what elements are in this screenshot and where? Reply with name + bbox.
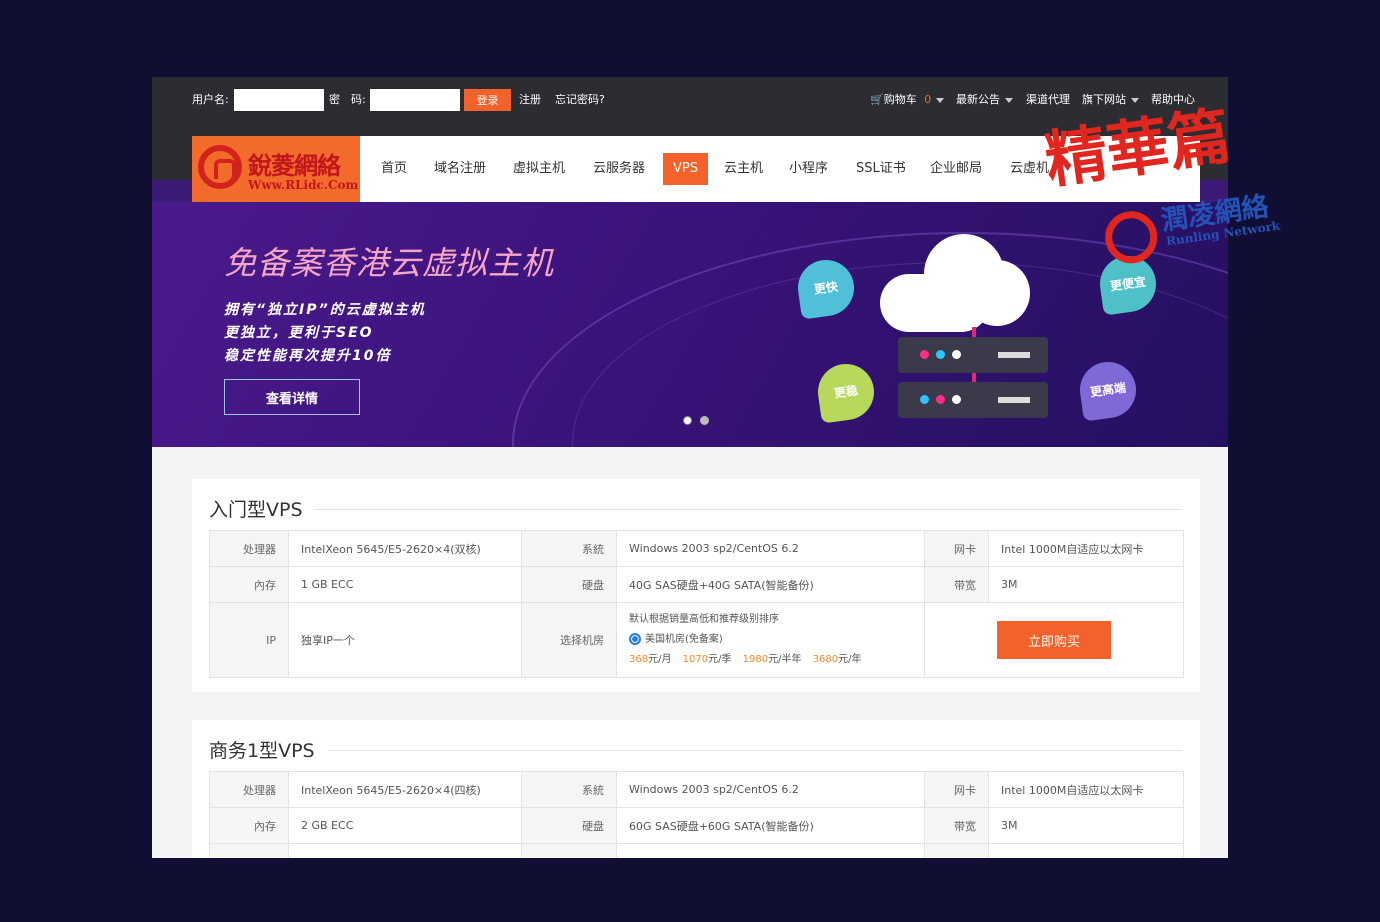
nav-item-domain[interactable]: 域名注册 (434, 136, 486, 202)
banner-line-3: 稳定性能再次提升10倍 (224, 348, 392, 364)
spec-value: 60G SAS硬盘+60G SATA(智能备份) (616, 807, 925, 844)
room-option-label: 美国机房(免备案) (645, 634, 723, 645)
watermark-stamp: 精華篇 潤凌網絡 Runling Network (1037, 65, 1322, 299)
title-rule (328, 750, 1182, 751)
nav-item-virtual-host[interactable]: 虚拟主机 (513, 136, 565, 202)
spec-key: 选择机房 (521, 602, 617, 678)
price-unit: 元/半年 (768, 654, 802, 665)
banner-title: 免备案香港云虚拟主机 (224, 244, 555, 282)
price-monthly: 368 (629, 654, 649, 665)
price-unit: 元/月 (648, 654, 672, 665)
price-half-year: 1980 (742, 654, 769, 665)
spec-key: 网卡 (924, 771, 989, 808)
buy-cell: 立即购买 (924, 602, 1184, 678)
table-row: 內存 1 GB ECC 硬盘 40G SAS硬盘+40G SATA(智能备份) … (209, 566, 1184, 603)
spec-table: 处理器 IntelXeon 5645/E5-2620×4(四核) 系統 Wind… (209, 771, 1184, 858)
carousel-dot-active[interactable] (683, 416, 692, 425)
cloud-puff (964, 260, 1030, 326)
spec-value: 40G SAS硬盘+40G SATA(智能备份) (616, 566, 925, 603)
table-row: 处理器 IntelXeon 5645/E5-2620×4(四核) 系統 Wind… (209, 771, 1184, 808)
spec-key: 处理器 (209, 771, 289, 808)
cart-link[interactable]: 🛒购物车 0 (870, 93, 945, 107)
spec-value: 3M (988, 566, 1184, 603)
nav-item-vps[interactable]: VPS (663, 153, 708, 185)
nav-item-cloud-server[interactable]: 云服务器 (593, 136, 645, 202)
spec-value: Windows 2003 sp2/CentOS 6.2 (616, 771, 925, 808)
buy-now-button[interactable]: 立即购买 (997, 621, 1111, 659)
login-button[interactable]: 登录 (464, 89, 511, 111)
spec-key: 网卡 (924, 530, 989, 567)
room-selector: 默认根据销量高低和推荐级别排序 美国机房(免备案) 368元/月 1070元/季… (616, 602, 925, 678)
product-card: 商务1型VPS 处理器 IntelXeon 5645/E5-2620×4(四核)… (192, 720, 1200, 858)
product-title: 入门型VPS (209, 499, 303, 521)
table-row: 处理器 IntelXeon 5645/E5-2620×4(双核) 系統 Wind… (209, 530, 1184, 567)
nav-item-home[interactable]: 首页 (381, 136, 407, 202)
spec-key: 硬盘 (521, 807, 617, 844)
banner-line-2: 更独立，更利于SEO (224, 325, 374, 341)
chevron-down-icon (936, 97, 945, 103)
logo-name: 銳菱網絡 (248, 151, 341, 180)
logo-mark-icon (198, 145, 242, 189)
logo-url: Www.RLidc.Com (248, 178, 359, 192)
radio-selected-icon[interactable] (629, 633, 641, 645)
nav-item-ssl[interactable]: SSL证书 (856, 136, 906, 202)
nav-item-mini-program[interactable]: 小程序 (789, 136, 828, 202)
spec-value: Windows 2003 sp2/CentOS 6.2 (616, 530, 925, 567)
price-list: 368元/月 1070元/季 1980元/半年 3680元/年 (629, 650, 912, 670)
spec-key: IP (209, 602, 289, 678)
price-unit: 元/季 (708, 654, 732, 665)
spec-key: 带宽 (924, 566, 989, 603)
announcement-label: 最新公告 (956, 93, 1000, 106)
logo[interactable]: 銳菱網絡 Www.RLidc.Com (192, 136, 360, 202)
watermark-title: 精華篇 (1040, 98, 1236, 198)
password-label: 密 码: (329, 93, 366, 106)
username-label: 用户名: (192, 93, 229, 106)
cart-label: 购物车 (883, 93, 917, 106)
price-yearly: 3680 (812, 654, 839, 665)
watermark-logo-icon (1101, 207, 1161, 267)
spec-key: 硬盘 (521, 566, 617, 603)
table-row: 內存 2 GB ECC 硬盘 60G SAS硬盘+60G SATA(智能备份) … (209, 807, 1184, 844)
spec-value: Intel 1000M自适应以太网卡 (988, 771, 1184, 808)
spec-key: 內存 (209, 566, 289, 603)
product-card: 入门型VPS 处理器 IntelXeon 5645/E5-2620×4(双核) … (192, 479, 1200, 692)
spec-value: IntelXeon 5645/E5-2620×4(四核) (288, 771, 522, 808)
nav-item-cloud-host[interactable]: 云主机 (724, 136, 763, 202)
price-unit: 元/年 (838, 654, 862, 665)
chevron-down-icon (1005, 97, 1013, 103)
server-icon (898, 337, 1048, 373)
spec-key: 內存 (209, 807, 289, 844)
spec-key: 处理器 (209, 530, 289, 567)
spec-key: 带宽 (924, 807, 989, 844)
table-row (209, 843, 1184, 858)
announcement-menu[interactable]: 最新公告 (956, 93, 1013, 107)
cart-icon: 🛒 (870, 93, 884, 106)
password-input[interactable] (370, 89, 460, 111)
product-title: 商务1型VPS (209, 740, 315, 762)
room-note: 默认根据销量高低和推荐级别排序 (629, 614, 779, 625)
nav-item-mail[interactable]: 企业邮局 (930, 136, 982, 202)
view-details-button[interactable]: 查看详情 (224, 379, 360, 415)
spec-value: 独享IP一个 (288, 602, 522, 678)
spec-value: Intel 1000M自适应以太网卡 (988, 530, 1184, 567)
banner-line-1: 拥有“独立IP”的云虚拟主机 (224, 302, 426, 318)
spec-key: 系統 (521, 530, 617, 567)
forgot-password-link[interactable]: 忘记密码? (555, 93, 605, 107)
cart-count: 0 (924, 93, 932, 106)
register-link[interactable]: 注册 (519, 93, 541, 107)
spec-key: 系統 (521, 771, 617, 808)
spec-value: 1 GB ECC (288, 566, 522, 603)
spec-value: IntelXeon 5645/E5-2620×4(双核) (288, 530, 522, 567)
price-quarterly: 1070 (682, 654, 709, 665)
carousel-dot[interactable] (700, 416, 709, 425)
spec-value: 3M (988, 807, 1184, 844)
spec-table: 处理器 IntelXeon 5645/E5-2620×4(双核) 系統 Wind… (209, 530, 1184, 678)
spec-value: 2 GB ECC (288, 807, 522, 844)
username-input[interactable] (234, 89, 324, 111)
room-option[interactable]: 美国机房(免备案) (629, 630, 912, 650)
server-icon (898, 382, 1048, 418)
table-row: IP 独享IP一个 选择机房 默认根据销量高低和推荐级别排序 美国机房(免备案)… (209, 602, 1184, 678)
title-rule (314, 509, 1182, 510)
